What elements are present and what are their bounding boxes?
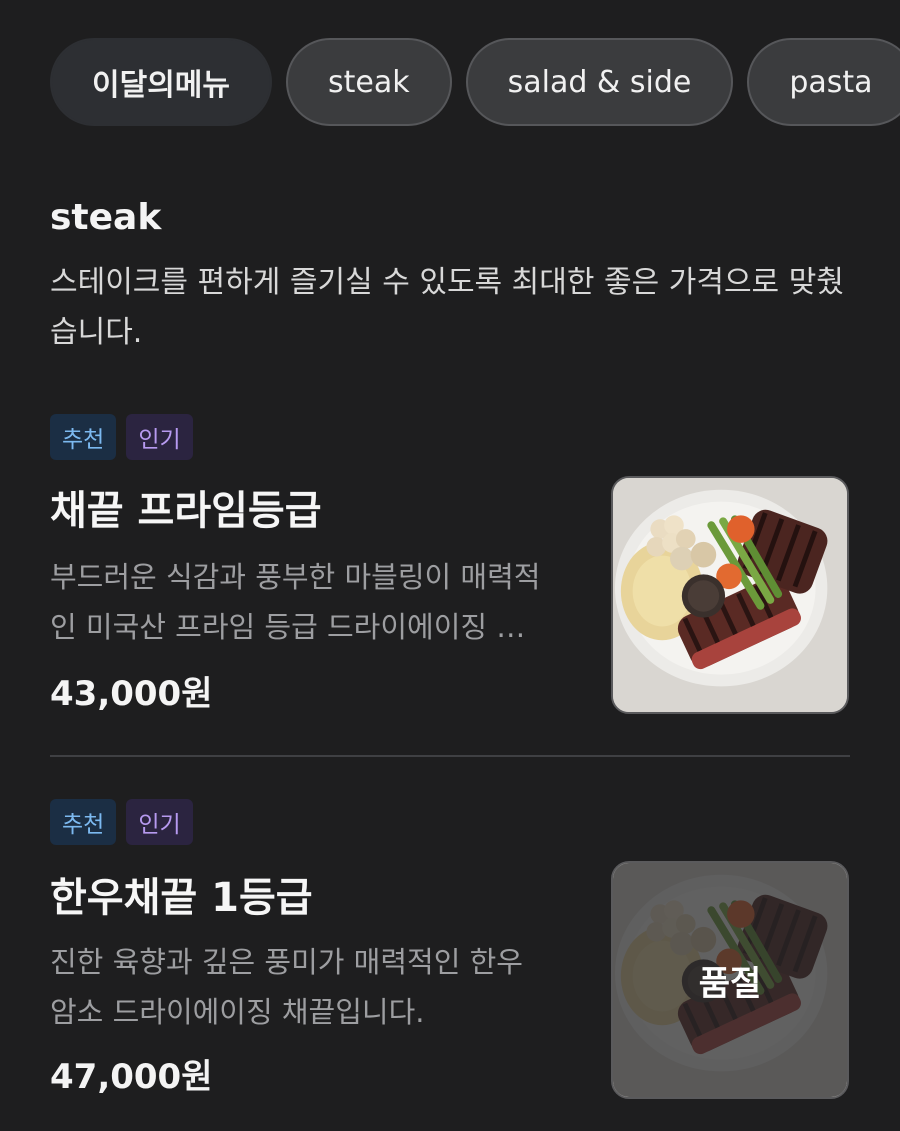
menu-item[interactable]: 추천 인기 채끝 프라임등급 부드러운 식감과 풍부한 마블링이 매력적인 미국… bbox=[50, 414, 850, 714]
menu-item-description: 부드러운 식감과 풍부한 마블링이 매력적인 미국산 프라임 등급 드라이에이징… bbox=[50, 560, 550, 644]
badge-group: 추천 인기 bbox=[50, 799, 850, 845]
category-tabs: 이달의메뉴 steak salad & side pasta bbox=[50, 38, 900, 126]
sold-out-label: 품절 bbox=[698, 963, 762, 1004]
menu-item-description: 진한 육향과 깊은 풍미가 매력적인 한우 암소 드라이에이징 채끝입니다. bbox=[50, 945, 523, 1029]
menu-item-name: 채끝 프라임등급 bbox=[50, 488, 322, 534]
item-divider bbox=[50, 755, 850, 757]
tab-salad-side[interactable]: salad & side bbox=[465, 38, 734, 126]
section-description: 스테이크를 편하게 즐기실 수 있도록 최대한 좋은 가격으로 맞췄습니다. bbox=[50, 265, 844, 350]
menu-item-price: 47,000원 bbox=[50, 1057, 213, 1097]
tab-pasta[interactable]: pasta bbox=[747, 38, 900, 126]
badge-popular: 인기 bbox=[126, 799, 193, 845]
tab-steak[interactable]: steak bbox=[286, 38, 452, 126]
menu-item-image[interactable]: 품절 bbox=[611, 861, 849, 1099]
badge-recommended: 추천 bbox=[50, 799, 117, 845]
sold-out-overlay: 품절 bbox=[613, 863, 847, 1097]
menu-item-image[interactable] bbox=[611, 476, 849, 714]
menu-item-name: 한우채끝 1등급 bbox=[50, 875, 313, 921]
menu-item-price: 43,000원 bbox=[50, 674, 213, 714]
badge-recommended: 추천 bbox=[50, 414, 117, 460]
badge-group: 추천 인기 bbox=[50, 414, 850, 460]
steak-plate-photo bbox=[613, 478, 847, 712]
badge-popular: 인기 bbox=[126, 414, 193, 460]
section-title: steak bbox=[50, 197, 162, 238]
tab-monthly-menu[interactable]: 이달의메뉴 bbox=[50, 38, 272, 126]
menu-item[interactable]: 추천 인기 한우채끝 1등급 진한 육향과 깊은 풍미가 매력적인 한우 암소 … bbox=[50, 799, 850, 1099]
